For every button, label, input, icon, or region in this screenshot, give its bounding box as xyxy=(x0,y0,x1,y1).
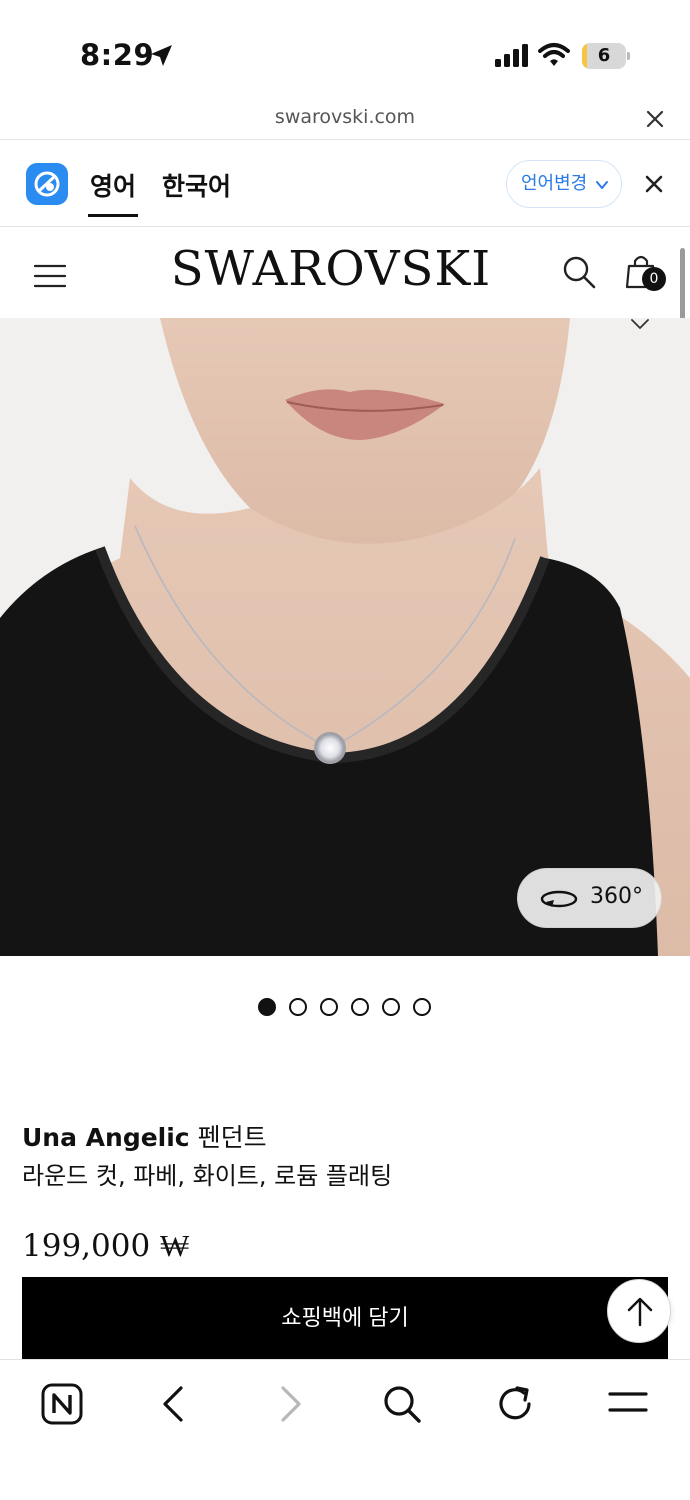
search-icon[interactable] xyxy=(562,255,596,289)
url-bar[interactable]: swarovski.com xyxy=(0,100,690,140)
site-header: SWAROVSKI 0 xyxy=(0,227,690,318)
carousel-dot[interactable] xyxy=(351,998,369,1016)
chevron-down-icon[interactable] xyxy=(630,318,650,330)
tab-english[interactable]: 영어 xyxy=(88,167,139,217)
battery-level: 6 xyxy=(597,45,611,66)
back-icon[interactable] xyxy=(153,1382,197,1426)
translate-app-icon[interactable] xyxy=(26,163,68,205)
hamburger-menu-icon[interactable] xyxy=(34,264,66,288)
translation-bar: 영어 한국어 언어변경 xyxy=(0,141,690,227)
product-title: Una Angelic 펜던트 xyxy=(22,1118,267,1154)
chevron-down-icon xyxy=(596,181,608,189)
change-language-label: 언어변경 xyxy=(521,173,588,194)
brand-logo[interactable]: SWAROVSKI xyxy=(168,241,494,297)
browser-toolbar xyxy=(0,1359,690,1500)
view-360-label: 360° xyxy=(590,884,643,909)
tab-korean[interactable]: 한국어 xyxy=(162,167,231,217)
status-time: 8:29 xyxy=(80,38,155,72)
cart-count-badge: 0 xyxy=(642,267,666,291)
forward-icon[interactable] xyxy=(267,1382,311,1426)
carousel-dot[interactable] xyxy=(320,998,338,1016)
rotate-360-icon xyxy=(540,890,578,908)
product-type: 펜던트 xyxy=(189,1123,267,1152)
arrow-up-icon xyxy=(627,1297,653,1327)
scroll-to-top-button[interactable] xyxy=(607,1279,671,1343)
product-collection: Una Angelic xyxy=(22,1123,190,1152)
carousel-dot[interactable] xyxy=(289,998,307,1016)
url-domain[interactable]: swarovski.com xyxy=(0,106,690,128)
cellular-signal-icon xyxy=(495,44,528,67)
close-icon[interactable] xyxy=(644,108,666,130)
carousel-dot[interactable] xyxy=(258,998,276,1016)
naver-home-icon[interactable] xyxy=(40,1382,84,1426)
menu-icon[interactable] xyxy=(606,1382,650,1426)
search-icon[interactable] xyxy=(380,1382,424,1426)
product-image[interactable] xyxy=(0,318,690,956)
close-icon[interactable] xyxy=(644,174,664,194)
wifi-icon xyxy=(538,43,570,66)
battery-indicator: 6 xyxy=(582,43,630,69)
add-to-bag-button[interactable]: 쇼핑백에 담기 xyxy=(22,1277,668,1359)
change-language-button[interactable]: 언어변경 xyxy=(506,160,622,208)
carousel-dots xyxy=(258,998,438,1018)
product-description: 라운드 컷, 파베, 화이트, 로듐 플래팅 xyxy=(22,1162,393,1190)
status-bar: 8:29 6 xyxy=(0,0,690,100)
carousel-dot[interactable] xyxy=(382,998,400,1016)
location-arrow-icon xyxy=(151,45,172,66)
carousel-dot[interactable] xyxy=(413,998,431,1016)
view-360-button[interactable]: 360° xyxy=(517,868,662,928)
product-price: 199,000 ₩ xyxy=(22,1228,190,1264)
reload-icon[interactable] xyxy=(493,1382,537,1426)
